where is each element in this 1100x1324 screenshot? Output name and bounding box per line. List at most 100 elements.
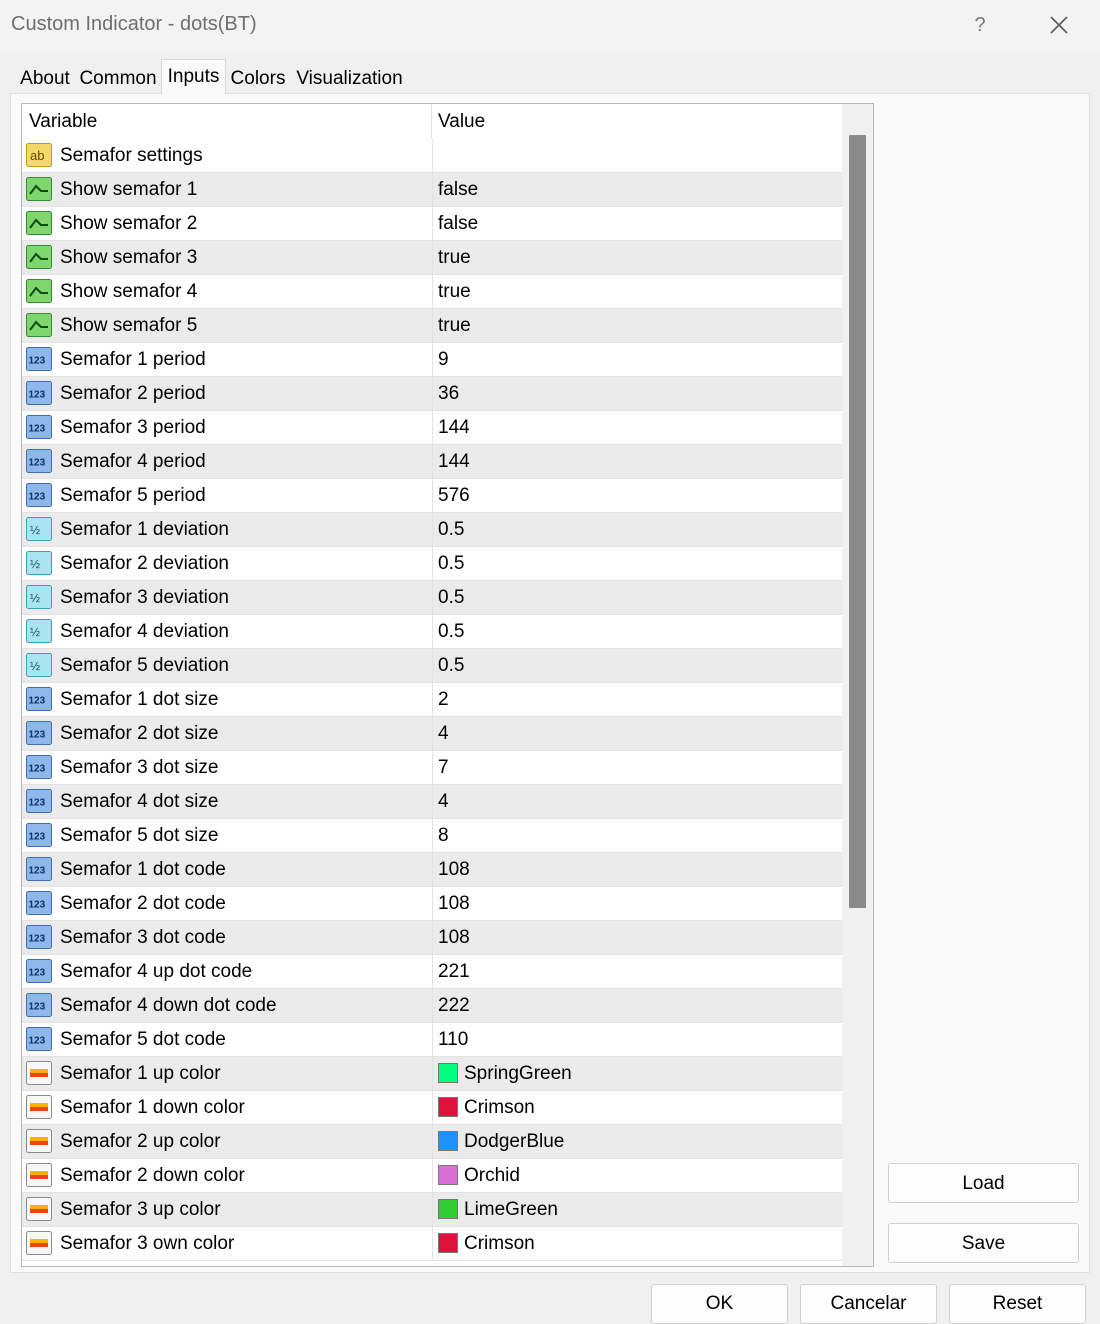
value-cell[interactable]: 110	[432, 1023, 842, 1056]
tab-visualization[interactable]: Visualization	[292, 62, 407, 93]
value-cell[interactable]: Orchid	[432, 1159, 842, 1192]
value-cell[interactable]: 36	[432, 377, 842, 410]
table-row[interactable]: ½ Semafor 4 deviation 0.5	[22, 615, 842, 649]
table-row[interactable]: 123 Semafor 2 period 36	[22, 377, 842, 411]
ok-button[interactable]: OK	[651, 1284, 788, 1324]
variable-name: Semafor 3 own color	[60, 1233, 235, 1254]
table-row[interactable]: Semafor 3 up color LimeGreen	[22, 1193, 842, 1227]
load-button[interactable]: Load	[888, 1163, 1079, 1203]
value-cell[interactable]: false	[432, 207, 842, 240]
tab-common[interactable]: Common	[76, 62, 160, 93]
tab-colors[interactable]: Colors	[227, 62, 289, 93]
table-row[interactable]: ab Semafor settings	[22, 139, 842, 173]
value-cell[interactable]: 7	[432, 751, 842, 784]
value-cell[interactable]: 0.5	[432, 649, 842, 682]
table-row[interactable]: Show semafor 2 false	[22, 207, 842, 241]
variable-value: 0.5	[438, 519, 465, 540]
table-row[interactable]: Semafor 2 down color Orchid	[22, 1159, 842, 1193]
variable-value: 36	[438, 383, 460, 404]
help-button[interactable]: ?	[968, 10, 992, 40]
table-row[interactable]: 123 Semafor 1 period 9	[22, 343, 842, 377]
color-icon	[25, 1060, 53, 1086]
tab-inputs[interactable]: Inputs	[161, 59, 226, 94]
table-row[interactable]: 123 Semafor 4 down dot code 222	[22, 989, 842, 1023]
value-cell[interactable]: 0.5	[432, 581, 842, 614]
value-cell[interactable]: 108	[432, 921, 842, 954]
table-row[interactable]: 123 Semafor 1 dot size 2	[22, 683, 842, 717]
close-button[interactable]	[1044, 10, 1074, 40]
table-row[interactable]: 123 Semafor 4 up dot code 221	[22, 955, 842, 989]
table-row[interactable]: ½ Semafor 5 deviation 0.5	[22, 649, 842, 683]
table-row[interactable]: 123 Semafor 2 dot size 4	[22, 717, 842, 751]
variable-value: 0.5	[438, 655, 465, 676]
table-row[interactable]: Show semafor 4 true	[22, 275, 842, 309]
table-row[interactable]: 123 Semafor 4 period 144	[22, 445, 842, 479]
value-cell[interactable]: 144	[432, 445, 842, 478]
cancel-button[interactable]: Cancelar	[800, 1284, 937, 1324]
value-cell[interactable]: DodgerBlue	[432, 1125, 842, 1158]
value-cell[interactable]: 9	[432, 343, 842, 376]
value-cell[interactable]: true	[432, 241, 842, 274]
table-row[interactable]: Show semafor 5 true	[22, 309, 842, 343]
variable-value: Orchid	[464, 1165, 520, 1186]
table-row[interactable]: 123 Semafor 5 dot size 8	[22, 819, 842, 853]
table-row[interactable]: 123 Semafor 1 dot code 108	[22, 853, 842, 887]
table-row[interactable]: Semafor 1 up color SpringGreen	[22, 1057, 842, 1091]
table-row[interactable]: Show semafor 1 false	[22, 173, 842, 207]
variable-name: Semafor 5 period	[60, 485, 206, 506]
variable-name: Semafor 2 period	[60, 383, 206, 404]
inputs-grid[interactable]: Variable Value ab Semafor settings Show se…	[21, 103, 874, 1267]
table-row[interactable]: 123 Semafor 2 dot code 108	[22, 887, 842, 921]
variable-name: Semafor 4 deviation	[60, 621, 229, 642]
variable-value: 110	[438, 1029, 469, 1050]
variable-name: Semafor settings	[60, 145, 203, 166]
integer-icon: 123	[25, 448, 53, 474]
table-row[interactable]: 123 Semafor 3 dot code 108	[22, 921, 842, 955]
value-cell[interactable]: 221	[432, 955, 842, 988]
value-cell[interactable]: 4	[432, 717, 842, 750]
table-row[interactable]: 123 Semafor 3 period 144	[22, 411, 842, 445]
table-row[interactable]: Semafor 3 own color Crimson	[22, 1227, 842, 1261]
value-cell[interactable]: 576	[432, 479, 842, 512]
column-header-variable[interactable]: Variable	[22, 104, 432, 139]
table-row[interactable]: Semafor 2 up color DodgerBlue	[22, 1125, 842, 1159]
column-header-value[interactable]: Value	[432, 104, 842, 139]
value-cell[interactable]: 222	[432, 989, 842, 1022]
value-cell[interactable]: true	[432, 309, 842, 342]
scrollbar-thumb[interactable]	[849, 135, 866, 908]
value-cell[interactable]: 108	[432, 853, 842, 886]
table-row[interactable]: 123 Semafor 3 dot size 7	[22, 751, 842, 785]
value-cell[interactable]: SpringGreen	[432, 1057, 842, 1090]
value-cell[interactable]: 0.5	[432, 615, 842, 648]
integer-icon: 123	[25, 686, 53, 712]
table-row[interactable]: ½ Semafor 2 deviation 0.5	[22, 547, 842, 581]
reset-button[interactable]: Reset	[949, 1284, 1086, 1324]
value-cell[interactable]: 0.5	[432, 513, 842, 546]
tab-about[interactable]: About	[14, 62, 76, 93]
table-row[interactable]: Semafor 1 down color Crimson	[22, 1091, 842, 1125]
table-row[interactable]: 123 Semafor 5 dot code 110	[22, 1023, 842, 1057]
save-button[interactable]: Save	[888, 1223, 1079, 1263]
value-cell[interactable]: 0.5	[432, 547, 842, 580]
value-cell[interactable]: true	[432, 275, 842, 308]
value-cell[interactable]: 8	[432, 819, 842, 852]
table-row[interactable]: 123 Semafor 4 dot size 4	[22, 785, 842, 819]
table-row[interactable]: 123 Semafor 5 period 576	[22, 479, 842, 513]
svg-text:123: 123	[29, 390, 46, 401]
vertical-scrollbar[interactable]	[842, 104, 873, 1266]
value-cell[interactable]: Crimson	[432, 1091, 842, 1124]
table-row[interactable]: ½ Semafor 1 deviation 0.5	[22, 513, 842, 547]
value-cell[interactable]: false	[432, 173, 842, 206]
table-row[interactable]: ½ Semafor 3 deviation 0.5	[22, 581, 842, 615]
value-cell[interactable]: 108	[432, 887, 842, 920]
value-cell[interactable]: 2	[432, 683, 842, 716]
variable-value: 144	[438, 451, 470, 472]
variable-name: Semafor 1 deviation	[60, 519, 229, 540]
value-cell[interactable]: Crimson	[432, 1227, 842, 1260]
value-cell[interactable]: LimeGreen	[432, 1193, 842, 1226]
value-cell[interactable]: 144	[432, 411, 842, 444]
value-cell[interactable]: 4	[432, 785, 842, 818]
table-row[interactable]: Show semafor 3 true	[22, 241, 842, 275]
value-cell[interactable]	[432, 139, 842, 172]
variable-value: true	[438, 315, 471, 336]
